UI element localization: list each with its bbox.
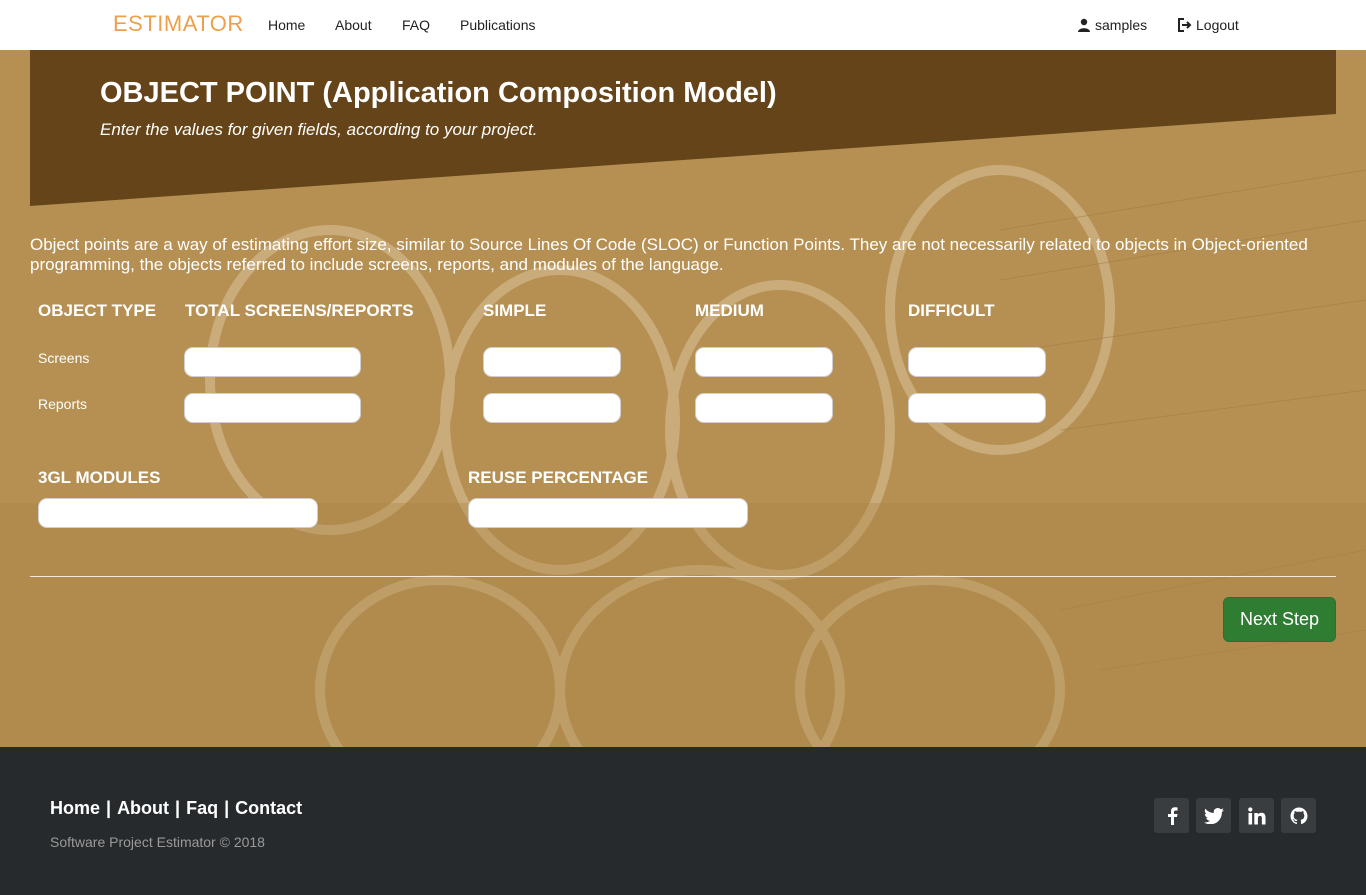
header-simple: SIMPLE xyxy=(483,301,547,320)
github-icon[interactable] xyxy=(1281,798,1316,833)
header-object-type: OBJECT TYPE xyxy=(38,301,157,320)
footer-separator: | xyxy=(106,798,112,818)
screens-medium-input[interactable] xyxy=(695,347,833,377)
modules-label: 3GL MODULES xyxy=(38,468,161,487)
footer-separator: | xyxy=(224,798,230,818)
footer-links: Home | About | Faq | Contact xyxy=(50,798,302,819)
reuse-label: REUSE PERCENTAGE xyxy=(468,468,649,487)
footer: Home | About | Faq | Contact Software Pr… xyxy=(0,747,1366,895)
row-label-reports: Reports xyxy=(38,396,88,412)
logout-icon xyxy=(1177,18,1192,32)
logout-label: Logout xyxy=(1196,17,1239,33)
brand-logo[interactable]: ESTIMATOR xyxy=(113,11,244,37)
nav-home[interactable]: Home xyxy=(268,17,305,33)
footer-separator: | xyxy=(175,798,181,818)
twitter-icon[interactable] xyxy=(1196,798,1231,833)
description-text: Object points are a way of estimating ef… xyxy=(30,235,1308,274)
linkedin-icon[interactable] xyxy=(1239,798,1274,833)
screens-total-input[interactable] xyxy=(184,347,361,377)
nav-about[interactable]: About xyxy=(335,17,372,33)
facebook-icon[interactable] xyxy=(1154,798,1189,833)
reports-total-input[interactable] xyxy=(184,393,361,423)
header-difficult: DIFFICULT xyxy=(908,301,995,320)
logout-link[interactable]: Logout xyxy=(1177,17,1239,33)
user-icon xyxy=(1077,18,1091,32)
screens-difficult-input[interactable] xyxy=(908,347,1046,377)
reports-medium-input[interactable] xyxy=(695,393,833,423)
footer-link-contact[interactable]: Contact xyxy=(235,798,302,819)
main-content: OBJECT POINT (Application Composition Mo… xyxy=(0,50,1366,747)
row-label-screens: Screens xyxy=(38,350,90,366)
copyright-text: Software Project Estimator © 2018 xyxy=(50,834,265,850)
page-subtitle: Enter the values for given fields, accor… xyxy=(100,120,538,139)
screens-simple-input[interactable] xyxy=(483,347,621,377)
nav-faq[interactable]: FAQ xyxy=(402,17,430,33)
reports-simple-input[interactable] xyxy=(483,393,621,423)
next-step-button[interactable]: Next Step xyxy=(1223,597,1336,642)
footer-link-faq[interactable]: Faq xyxy=(186,798,218,819)
user-name: samples xyxy=(1095,17,1148,33)
navbar: ESTIMATOR Home About FAQ Publications sa… xyxy=(0,0,1366,50)
header-medium: MEDIUM xyxy=(695,301,764,320)
footer-link-about[interactable]: About xyxy=(117,798,169,819)
header-total: TOTAL SCREENS/REPORTS xyxy=(185,301,414,320)
page-title: OBJECT POINT (Application Composition Mo… xyxy=(100,77,777,109)
footer-link-home[interactable]: Home xyxy=(50,798,100,819)
nav-publications[interactable]: Publications xyxy=(460,17,536,33)
divider xyxy=(30,576,1336,577)
reuse-input[interactable] xyxy=(468,498,748,528)
reports-difficult-input[interactable] xyxy=(908,393,1046,423)
user-menu[interactable]: samples xyxy=(1077,17,1147,33)
modules-input[interactable] xyxy=(38,498,318,528)
